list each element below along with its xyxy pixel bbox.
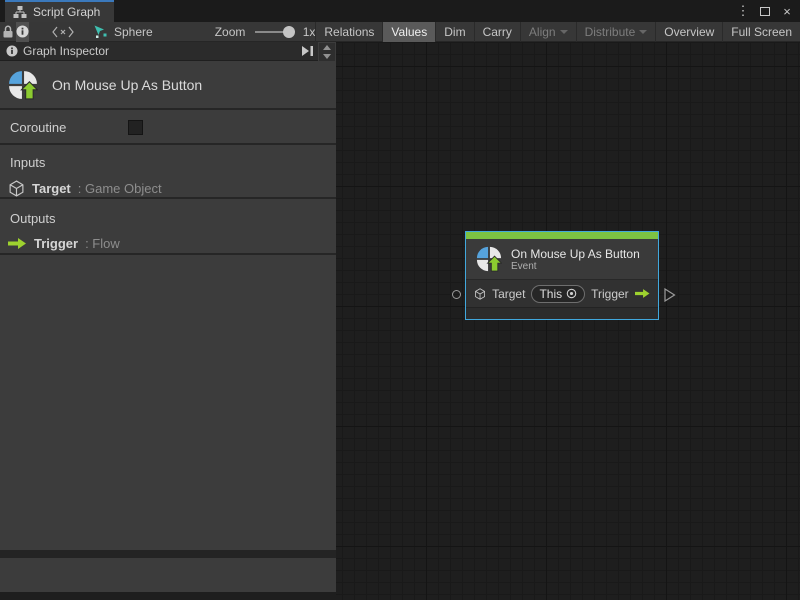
info-icon <box>16 25 29 38</box>
outputs-heading: Outputs <box>10 211 56 226</box>
full-screen-button[interactable]: Full Screen <box>722 21 800 42</box>
panel-title: Graph Inspector <box>23 44 110 58</box>
window-controls: ⋮ × <box>734 0 796 22</box>
scroll-up-icon[interactable] <box>323 45 331 50</box>
trigger-arrow-icon <box>634 289 650 298</box>
graph-inspector-header: Graph Inspector <box>0 42 318 61</box>
lock-icon <box>3 25 13 37</box>
dim-button[interactable]: Dim <box>435 21 473 42</box>
graph-canvas[interactable]: On Mouse Up As Button Event Target This … <box>336 42 800 600</box>
overview-button[interactable]: Overview <box>655 21 722 42</box>
values-button[interactable]: Values <box>382 21 436 42</box>
mouse-up-icon <box>9 70 38 99</box>
graph-toolbar: Sphere Zoom 1x Relations Values Dim Carr… <box>0 21 800 42</box>
relations-button[interactable]: Relations <box>315 21 382 42</box>
inputs-heading: Inputs <box>10 155 46 170</box>
self-target-icon <box>566 288 577 299</box>
trigger-port-label: Trigger <box>591 286 629 301</box>
align-dropdown[interactable]: Align <box>519 21 576 42</box>
coroutine-label: Coroutine <box>10 120 67 135</box>
node-footer <box>466 307 658 319</box>
zoom-label: Zoom <box>214 24 246 39</box>
close-button[interactable]: × <box>778 2 796 20</box>
node-port-row: Target This Trigger <box>466 279 658 307</box>
node-subtitle: Event <box>511 260 537 272</box>
panel-scroll-spinner <box>319 43 335 61</box>
title-bar: Script Graph ⋮ × <box>0 0 800 22</box>
unit-title-block: On Mouse Up As Button <box>0 61 336 110</box>
code-preview-button[interactable] <box>51 22 75 42</box>
maximize-icon <box>760 6 770 16</box>
zoom-slider[interactable] <box>255 25 295 38</box>
node-color-bar <box>466 232 658 239</box>
page-title: On Mouse Up As Button <box>52 76 203 93</box>
cube-icon <box>475 287 485 300</box>
event-node[interactable]: On Mouse Up As Button Event Target This … <box>452 231 676 320</box>
inspector-toggle-button[interactable] <box>16 21 29 42</box>
maximize-button[interactable] <box>756 2 774 20</box>
scroll-down-icon[interactable] <box>323 54 331 59</box>
cube-icon <box>9 180 24 197</box>
carry-button[interactable]: Carry <box>473 21 520 42</box>
outputs-section: Outputs Trigger : Flow <box>0 201 336 255</box>
coroutine-row: Coroutine <box>0 112 336 145</box>
chevron-down-icon <box>559 30 568 34</box>
graph-pointer-icon <box>94 25 107 38</box>
flow-arrow-icon <box>8 238 26 249</box>
panel-bottom-edge <box>0 550 336 558</box>
code-icon <box>52 26 74 37</box>
dock-panel-icon[interactable] <box>301 44 314 58</box>
info-icon <box>6 45 18 57</box>
coroutine-checkbox[interactable] <box>128 120 143 135</box>
graph-breadcrumb[interactable]: Sphere <box>93 22 153 42</box>
node-title: On Mouse Up As Button <box>511 246 640 261</box>
lock-button[interactable] <box>0 22 16 42</box>
node-header-text: On Mouse Up As Button Event <box>511 247 640 272</box>
kebab-menu-icon: ⋮ <box>736 3 750 18</box>
output-row-trigger: Trigger : Flow <box>0 228 336 261</box>
input-port-connector[interactable] <box>452 290 461 299</box>
tab-script-graph[interactable]: Script Graph <box>5 0 115 22</box>
distribute-dropdown[interactable]: Distribute <box>575 21 656 42</box>
inputs-section: Inputs Target : Game Object <box>0 145 336 199</box>
zoom-slider-knob[interactable] <box>282 25 295 38</box>
toolbar-button-group: Relations Values Dim Carry Align Distrib… <box>315 21 800 42</box>
chevron-down-icon <box>639 30 648 34</box>
graph-hierarchy-icon <box>13 6 27 18</box>
target-value-chip[interactable]: This <box>531 284 586 303</box>
window-menu-button[interactable]: ⋮ <box>734 2 752 20</box>
zoom-value: 1x <box>302 24 316 39</box>
close-icon: × <box>783 3 791 19</box>
mouse-up-icon <box>476 246 502 272</box>
tab-label: Script Graph <box>33 5 101 19</box>
output-port-connector[interactable] <box>664 288 676 302</box>
graph-inspector-panel: Graph Inspector On Mouse Up As Button Co… <box>0 42 336 592</box>
target-port-label: Target <box>492 286 526 301</box>
unity-script-graph-window: Script Graph ⋮ × Sphere Zoom 1x Relation… <box>0 0 800 600</box>
breadcrumb-label: Sphere <box>114 24 153 39</box>
node-header[interactable]: On Mouse Up As Button Event <box>466 239 658 279</box>
